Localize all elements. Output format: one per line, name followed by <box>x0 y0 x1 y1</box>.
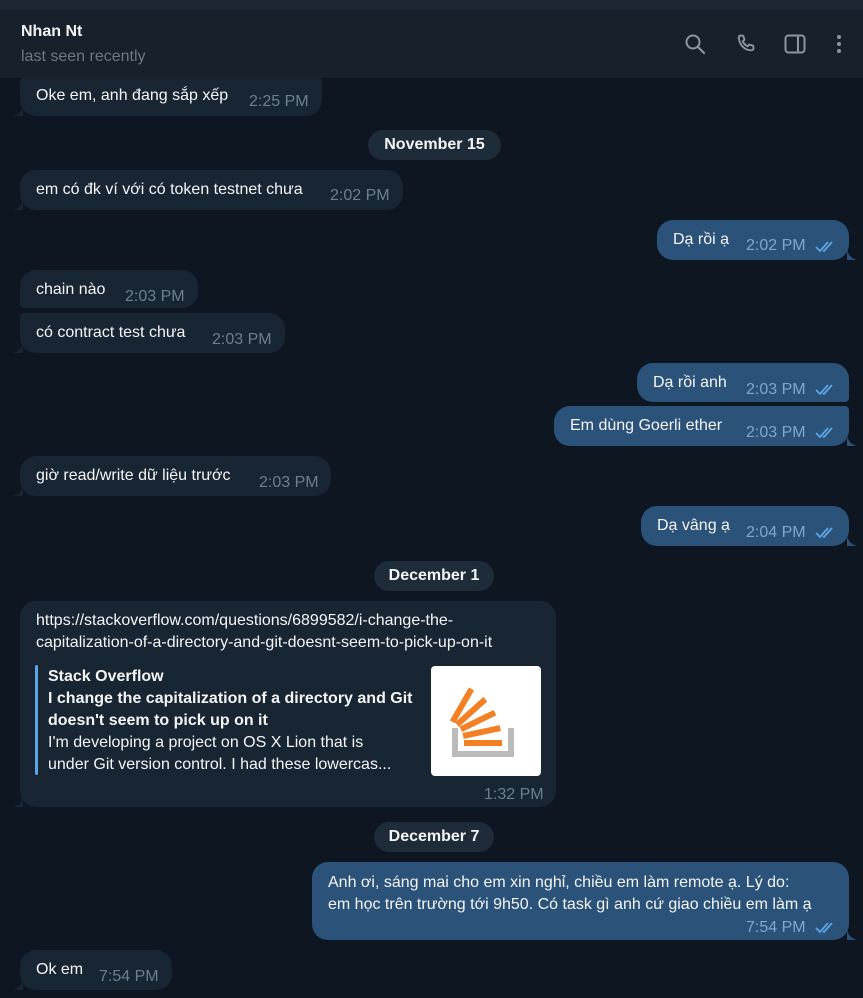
read-checkmarks-icon <box>815 239 837 253</box>
bubble-tail <box>847 930 857 940</box>
message-link[interactable]: https://stackoverflow.com/questions/6899… <box>36 610 453 632</box>
date-separator: November 15 <box>368 130 501 160</box>
message-text: Oke em, anh đang sắp xếp <box>36 87 229 104</box>
message-text: chain nào <box>36 281 106 298</box>
message-incoming[interactable]: Oke em, anh đang sắp xếp 2:25 PM <box>20 78 322 116</box>
bubble-tail <box>13 343 23 353</box>
message-time: 2:25 PM <box>249 93 309 110</box>
phone-icon[interactable] <box>734 32 758 56</box>
message-outgoing[interactable]: Anh ơi, sáng mai cho em xin nghỉ, chiều … <box>312 862 849 940</box>
link-preview-site[interactable]: Stack Overflow <box>48 666 164 688</box>
read-checkmarks-icon <box>815 382 837 396</box>
message-time: 2:03 PM <box>259 474 319 491</box>
message-text: Em dùng Goerli ether <box>570 417 723 434</box>
link-preview-description: under Git version control. I had these l… <box>48 756 392 773</box>
window-top-strip <box>0 0 863 10</box>
message-outgoing[interactable]: Dạ rồi anh 2:03 PM <box>637 363 849 402</box>
message-incoming-link[interactable]: https://stackoverflow.com/questions/6899… <box>20 601 556 807</box>
sidebar-toggle-icon[interactable] <box>783 32 807 56</box>
message-text: Ok em <box>36 961 84 978</box>
stackoverflow-logo-icon <box>449 687 514 757</box>
chat-header: Nhan Nt last seen recently <box>0 10 863 78</box>
date-separator: December 1 <box>374 561 494 591</box>
message-time: 7:54 PM <box>746 919 806 936</box>
contact-name[interactable]: Nhan Nt <box>21 23 82 41</box>
link-preview-accent <box>35 665 38 775</box>
contact-status: last seen recently <box>21 48 146 65</box>
message-text: Dạ rồi anh <box>653 374 727 391</box>
read-checkmarks-icon <box>815 425 837 439</box>
message-text: có contract test chưa <box>36 324 186 341</box>
bubble-tail <box>13 980 23 990</box>
message-time: 1:32 PM <box>484 786 544 803</box>
bubble-tail <box>13 106 23 116</box>
date-separator: December 7 <box>374 822 494 852</box>
message-time: 2:03 PM <box>746 381 806 398</box>
bubble-tail <box>13 486 23 496</box>
message-time: 7:54 PM <box>99 968 159 985</box>
message-text: Anh ơi, sáng mai cho em xin nghỉ, chiều … <box>328 874 790 891</box>
message-text: em học trên trường tới 9h50. Có task gì … <box>328 896 812 913</box>
bubble-tail <box>847 536 857 546</box>
bubble-tail <box>13 200 23 210</box>
bubble-tail <box>847 436 857 446</box>
message-outgoing[interactable]: Dạ vâng ạ 2:04 PM <box>641 506 849 546</box>
message-outgoing[interactable]: Dạ rồi ạ 2:02 PM <box>657 220 849 260</box>
message-time: 2:03 PM <box>125 288 185 305</box>
search-icon[interactable] <box>683 32 707 56</box>
message-time: 2:02 PM <box>746 237 806 254</box>
message-outgoing[interactable]: Em dùng Goerli ether 2:03 PM <box>554 406 849 446</box>
more-vertical-icon[interactable] <box>827 32 851 56</box>
read-checkmarks-icon <box>815 525 837 539</box>
link-preview-description: I'm developing a project on OS X Lion th… <box>48 734 364 751</box>
message-time: 2:03 PM <box>212 331 272 348</box>
bubble-tail <box>847 250 857 260</box>
message-link[interactable]: capitalization-of-a-directory-and-git-do… <box>36 632 492 654</box>
message-time: 2:03 PM <box>746 424 806 441</box>
link-preview-title[interactable]: doesn't seem to pick up on it <box>48 710 268 732</box>
message-text: Dạ rồi ạ <box>673 231 730 248</box>
bubble-tail <box>13 797 23 807</box>
message-incoming[interactable]: có contract test chưa 2:03 PM <box>20 313 285 353</box>
message-time: 2:02 PM <box>330 187 390 204</box>
message-incoming[interactable]: Ok em 7:54 PM <box>20 950 172 990</box>
message-text: Dạ vâng ạ <box>657 517 730 534</box>
link-preview-thumbnail[interactable] <box>431 666 541 776</box>
message-text: giờ read/write dữ liệu trước <box>36 467 231 484</box>
message-incoming[interactable]: chain nào 2:03 PM <box>20 270 198 308</box>
message-time: 2:04 PM <box>746 524 806 541</box>
message-text: em có đk ví với có token testnet chưa <box>36 181 303 198</box>
message-incoming[interactable]: giờ read/write dữ liệu trước 2:03 PM <box>20 456 331 496</box>
link-preview-title[interactable]: I change the capitalization of a directo… <box>48 688 413 710</box>
message-incoming[interactable]: em có đk ví với có token testnet chưa 2:… <box>20 170 403 210</box>
read-checkmarks-icon <box>815 920 837 934</box>
